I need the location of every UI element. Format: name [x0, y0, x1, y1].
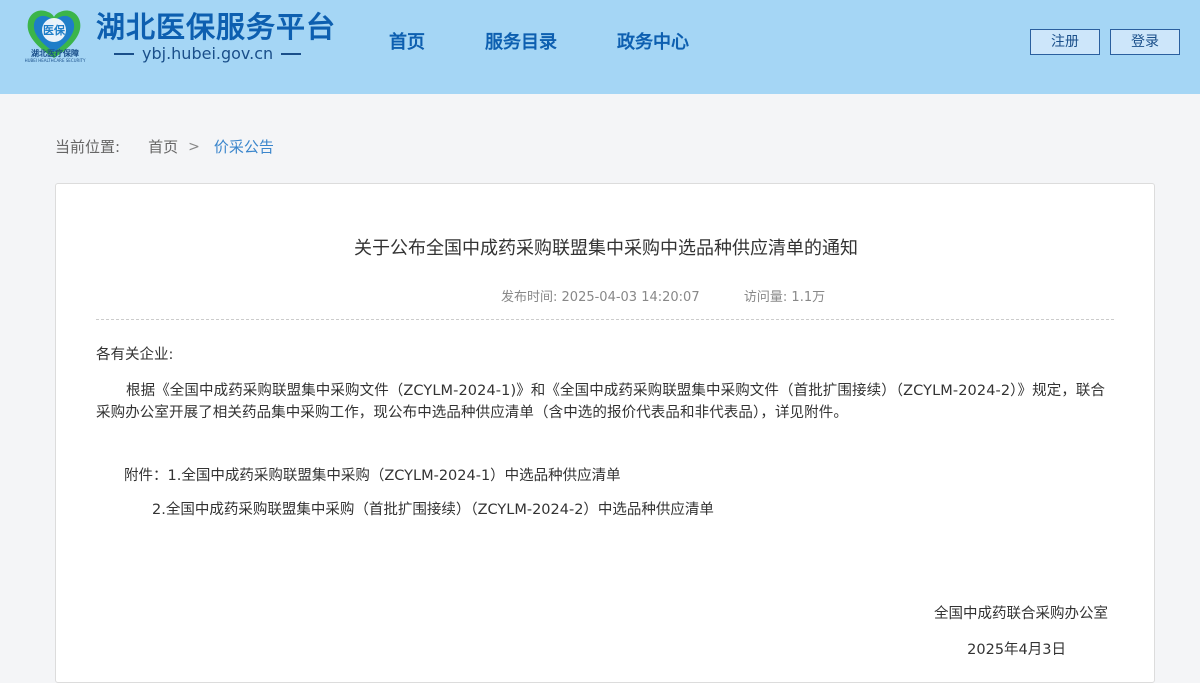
signature-date: 2025年4月3日 — [967, 642, 1066, 658]
title-divider — [96, 319, 1114, 320]
register-button[interactable]: 注册 — [1030, 29, 1100, 55]
nav-service-catalog[interactable]: 服务目录 — [485, 28, 557, 54]
salutation: 各有关企业: — [96, 347, 174, 363]
nav-gov-center[interactable]: 政务中心 — [617, 28, 689, 54]
breadcrumb-label: 当前位置: — [55, 138, 121, 156]
domain-right-dash — [281, 52, 302, 55]
site-title[interactable]: 湖北医保服务平台 — [96, 4, 336, 46]
body-paragraph: 根据《全国中成药采购联盟集中采购文件（ZCYLM-2024-1)》和《全国中成药… — [96, 383, 1106, 421]
signature: 全国中成药联合采购办公室 — [934, 606, 1108, 622]
site-domain: ybj.hubei.gov.cn — [106, 44, 309, 63]
breadcrumb-current[interactable]: 价采公告 — [214, 136, 274, 157]
nav-home[interactable]: 首页 — [389, 28, 425, 54]
views-label: 访问量: — [743, 290, 788, 305]
attachment-link-2[interactable]: 2.全国中成药采购联盟集中采购（首批扩围接续）（ZCYLM-2024-2）中选品… — [152, 498, 714, 519]
publish-time: 2025-04-03 14:20:07 — [561, 290, 700, 305]
attachment-link-1[interactable]: 附件：1.全国中成药采购联盟集中采购（ZCYLM-2024-1）中选品种供应清单 — [124, 464, 621, 485]
breadcrumb-home-link[interactable]: 首页 — [148, 136, 178, 157]
site-header: 医保 湖北医疗保障 HUBEI HEALTHCARE SECURITY 湖北医保… — [0, 0, 1200, 94]
views-count: 1.1万 — [791, 290, 826, 305]
article-card: 关于公布全国中成药采购联盟集中采购中选品种供应清单的通知 发布时间: 2025-… — [55, 183, 1155, 683]
svg-text:医保: 医保 — [43, 23, 66, 37]
publish-label: 发布时间: — [501, 290, 558, 305]
chevron-right-icon: > — [188, 138, 200, 155]
logo-sub-caption: HUBEI HEALTHCARE SECURITY — [24, 58, 86, 63]
domain-left-dash — [114, 52, 134, 55]
login-button[interactable]: 登录 — [1110, 29, 1180, 55]
article-meta: 发布时间: 2025-04-03 14:20:07 访问量: 1.1万 — [501, 286, 825, 305]
site-domain-text: ybj.hubei.gov.cn — [142, 44, 274, 63]
article-title: 关于公布全国中成药采购联盟集中采购中选品种供应清单的通知 — [354, 238, 858, 259]
article-content: 各有关企业: 根据《全国中成药采购联盟集中采购文件（ZCYLM-2024-1)》… — [96, 344, 1116, 424]
breadcrumb: 当前位置: 首页 > 价采公告 — [55, 136, 274, 157]
